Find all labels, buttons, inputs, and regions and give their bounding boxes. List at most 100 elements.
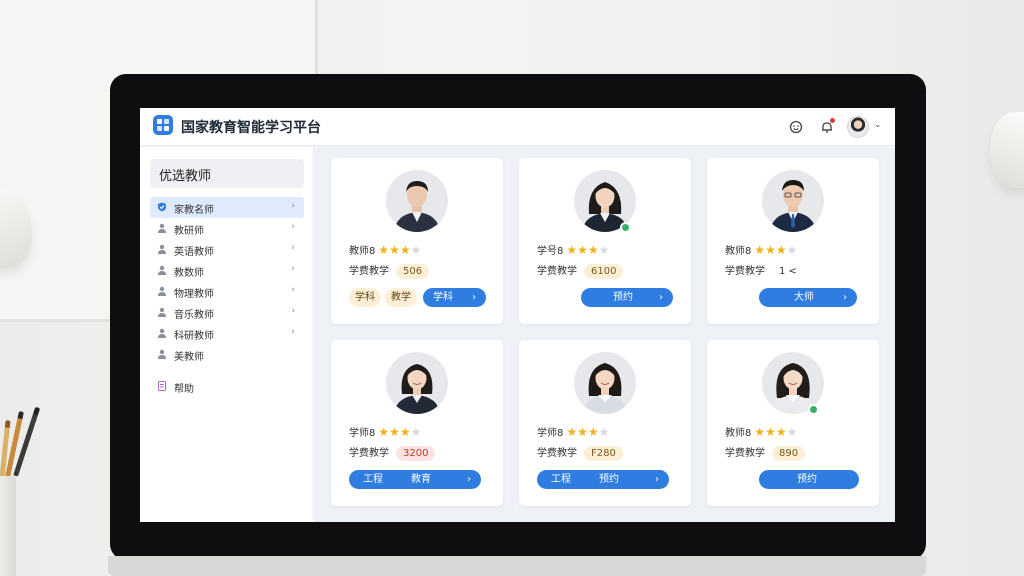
subject-tag: 学科 xyxy=(349,288,381,307)
price-row: 学费教学 F280 xyxy=(537,444,623,461)
price-label: 学费教学 xyxy=(537,448,577,459)
book-button[interactable]: 预约 xyxy=(759,470,859,489)
bell-icon[interactable] xyxy=(819,118,835,135)
notification-dot xyxy=(830,118,835,123)
price-value: 1 < xyxy=(779,266,797,277)
price-row: 学费教学 6100 xyxy=(537,262,624,279)
teacher-grid: 教师8 ★★★★ 学费教学 506 学科 教学 学科 › 学号8 ★★★★ 学费教学 6… xyxy=(315,147,895,522)
teacher-card[interactable]: 教师8 ★★★★ 学费教学 506 学科 教学 学科 › xyxy=(331,158,503,324)
sidebar-item-label: 科研教师 xyxy=(174,331,214,342)
sidebar-item-famous-tutors[interactable]: 家教名师 › xyxy=(150,197,304,218)
star-rating: ★★★★ xyxy=(754,243,798,257)
person-icon xyxy=(158,265,166,275)
sidebar: 优选教师 家教名师 › 教研师 › 英语教师 › 教数师 › 物理教师 › 音乐… xyxy=(140,147,314,522)
book-button[interactable]: 工程 预约 › xyxy=(537,470,669,489)
price-row: 学费教学 3200 xyxy=(349,444,436,461)
teacher-card[interactable]: 教师8 ★★★★ 学费教学 1 < 大师 › xyxy=(707,158,879,324)
subject-button[interactable]: 学科 › xyxy=(423,288,486,307)
price-badge: 3200 xyxy=(396,446,436,461)
sidebar-item-label: 英语教师 xyxy=(174,247,214,258)
sidebar-item-label: 家教名师 xyxy=(174,205,214,216)
monitor-stand xyxy=(108,556,926,576)
person-icon xyxy=(158,349,166,359)
sidebar-item-label: 美教师 xyxy=(174,352,204,363)
button-left-label: 工程 xyxy=(551,474,571,485)
price-row: 学费教学 890 xyxy=(725,444,806,461)
app-screen: 国家教育智能学习平台 ⌄ 优选教师 家教名师 › 教研师 › 英语教师 › 教数… xyxy=(140,108,895,522)
sidebar-item-english[interactable]: 英语教师 › xyxy=(150,239,304,260)
chevron-right-icon: › xyxy=(291,264,295,274)
rating-row: 学师8 ★★★★ xyxy=(537,424,609,439)
chevron-right-icon: › xyxy=(655,474,659,485)
pencil-cup xyxy=(0,476,16,576)
subject-tag: 教学 xyxy=(385,288,417,307)
price-badge: 506 xyxy=(396,264,430,279)
book-button[interactable]: 预约 › xyxy=(581,288,673,307)
document-icon xyxy=(158,381,166,391)
star-rating: ★★★★ xyxy=(566,243,610,257)
sidebar-item-label: 音乐教师 xyxy=(174,310,214,321)
rating-label: 学师8 xyxy=(537,428,564,439)
chevron-right-icon: › xyxy=(291,327,295,337)
star-rating: ★★★★ xyxy=(378,425,422,439)
teacher-card[interactable]: 学师8 ★★★★ 学费教学 F280 工程 预约 › xyxy=(519,340,691,506)
price-label: 学费教学 xyxy=(537,266,577,277)
sidebar-item-art[interactable]: 美教师 xyxy=(150,344,304,365)
teacher-card[interactable]: 教师8 ★★★★ 学费教学 890 预约 xyxy=(707,340,879,506)
logo-icon xyxy=(153,115,173,135)
sidebar-item-label: 帮助 xyxy=(174,384,194,395)
person-icon xyxy=(158,286,166,296)
rating-row: 学师8 ★★★★ xyxy=(349,424,421,439)
verified-user-icon xyxy=(158,202,166,212)
person-icon xyxy=(158,307,166,317)
teacher-card[interactable]: 学号8 ★★★★ 学费教学 6100 预约 › xyxy=(519,158,691,324)
education-button[interactable]: 工程 教育 › xyxy=(349,470,481,489)
sidebar-item-label: 教研师 xyxy=(174,226,204,237)
price-badge: 890 xyxy=(772,446,806,461)
verified-badge-icon xyxy=(620,222,631,233)
price-label: 学费教学 xyxy=(349,266,389,277)
rating-row: 教师8 ★★★★ xyxy=(725,242,797,257)
star-rating: ★★★★ xyxy=(754,425,798,439)
star-rating: ★★★★ xyxy=(378,243,422,257)
sidebar-item-label: 物理教师 xyxy=(174,289,214,300)
sidebar-item-teaching-research[interactable]: 教研师 › xyxy=(150,218,304,239)
user-avatar[interactable] xyxy=(847,116,869,138)
teacher-photo xyxy=(762,170,824,232)
sidebar-item-help[interactable]: 帮助 xyxy=(150,376,304,397)
chevron-right-icon: › xyxy=(472,292,476,303)
rating-label: 学号8 xyxy=(537,246,564,257)
smiley-icon[interactable] xyxy=(788,119,804,135)
verified-badge-icon xyxy=(808,404,819,415)
rating-row: 学号8 ★★★★ xyxy=(537,242,609,257)
app-title: 国家教育智能学习平台 xyxy=(181,120,321,136)
button-label: 大师 xyxy=(794,292,814,303)
sidebar-item-research[interactable]: 科研教师 › xyxy=(150,323,304,344)
button-label: 学科 xyxy=(433,292,453,303)
chevron-right-icon: › xyxy=(291,243,295,253)
chevron-right-icon: › xyxy=(467,474,471,485)
price-row: 学费教学 1 < xyxy=(725,262,804,279)
chevron-right-icon: › xyxy=(659,292,663,303)
price-badge: F280 xyxy=(584,446,623,461)
chevron-right-icon: › xyxy=(291,222,295,232)
button-label: 预约 xyxy=(797,474,817,485)
price-label: 学费教学 xyxy=(725,266,765,277)
person-icon xyxy=(158,223,166,233)
chevron-down-icon[interactable]: ⌄ xyxy=(874,120,882,130)
chevron-right-icon: › xyxy=(291,201,295,211)
rating-label: 教师8 xyxy=(349,246,376,257)
teacher-photo xyxy=(386,170,448,232)
master-button[interactable]: 大师 › xyxy=(759,288,857,307)
chevron-right-icon: › xyxy=(291,306,295,316)
sidebar-item-math[interactable]: 教数师 › xyxy=(150,260,304,281)
person-icon xyxy=(158,328,166,338)
chevron-right-icon: › xyxy=(291,285,295,295)
sidebar-item-physics[interactable]: 物理教师 › xyxy=(150,281,304,302)
button-label: 预约 xyxy=(599,474,619,485)
sidebar-item-label: 教数师 xyxy=(174,268,204,279)
price-badge: 6100 xyxy=(584,264,624,279)
sidebar-item-music[interactable]: 音乐教师 › xyxy=(150,302,304,323)
teacher-card[interactable]: 学师8 ★★★★ 学费教学 3200 工程 教育 › xyxy=(331,340,503,506)
button-left-label: 工程 xyxy=(363,474,383,485)
